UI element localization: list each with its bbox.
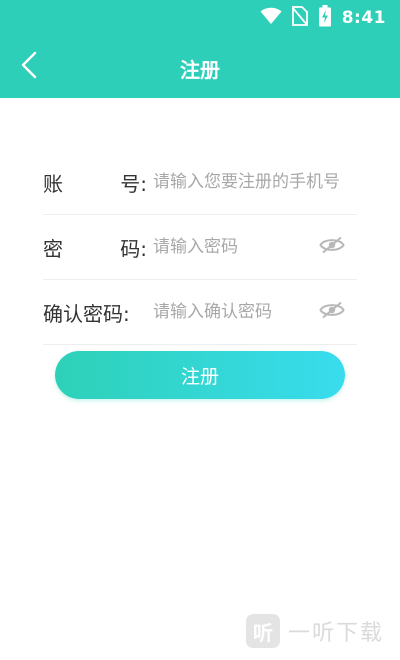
watermark-text: 一听下载 [288,621,385,646]
eye-off-icon [319,301,345,323]
password-label-left: 密 [43,236,63,261]
page-title: 注册 [180,58,220,82]
battery-charging-icon [318,5,332,31]
status-icons: 8:41 [260,5,386,31]
watermark: 听 一听下载 [246,614,384,648]
confirm-password-input[interactable] [153,302,317,322]
watermark-logo: 听 [246,614,280,648]
confirm-password-visibility-toggle[interactable] [317,297,347,327]
account-label: 账 号: [43,168,153,197]
account-label-left: 账 [43,171,63,196]
account-row: 账 号: [43,150,357,215]
eye-off-icon [319,236,345,258]
app-header: 8:41 注册 [0,0,400,98]
confirm-password-row: 确认密码: [43,280,357,345]
wifi-icon [260,7,282,29]
account-label-right: 号: [120,171,147,196]
password-visibility-toggle[interactable] [317,232,347,262]
confirm-password-label: 确认密码: [43,301,130,326]
account-input[interactable] [153,172,357,192]
password-row: 密 码: [43,215,357,280]
password-label: 密 码: [43,233,153,262]
status-time: 8:41 [341,8,386,28]
password-label-right: 码: [120,236,147,261]
no-sim-icon [291,6,309,30]
register-form: 账 号: 密 码: 确认密码: [43,150,357,345]
nav-bar: 注册 [0,36,400,98]
register-button[interactable]: 注册 [55,351,345,399]
password-input[interactable] [153,237,317,257]
status-bar: 8:41 [0,0,400,36]
